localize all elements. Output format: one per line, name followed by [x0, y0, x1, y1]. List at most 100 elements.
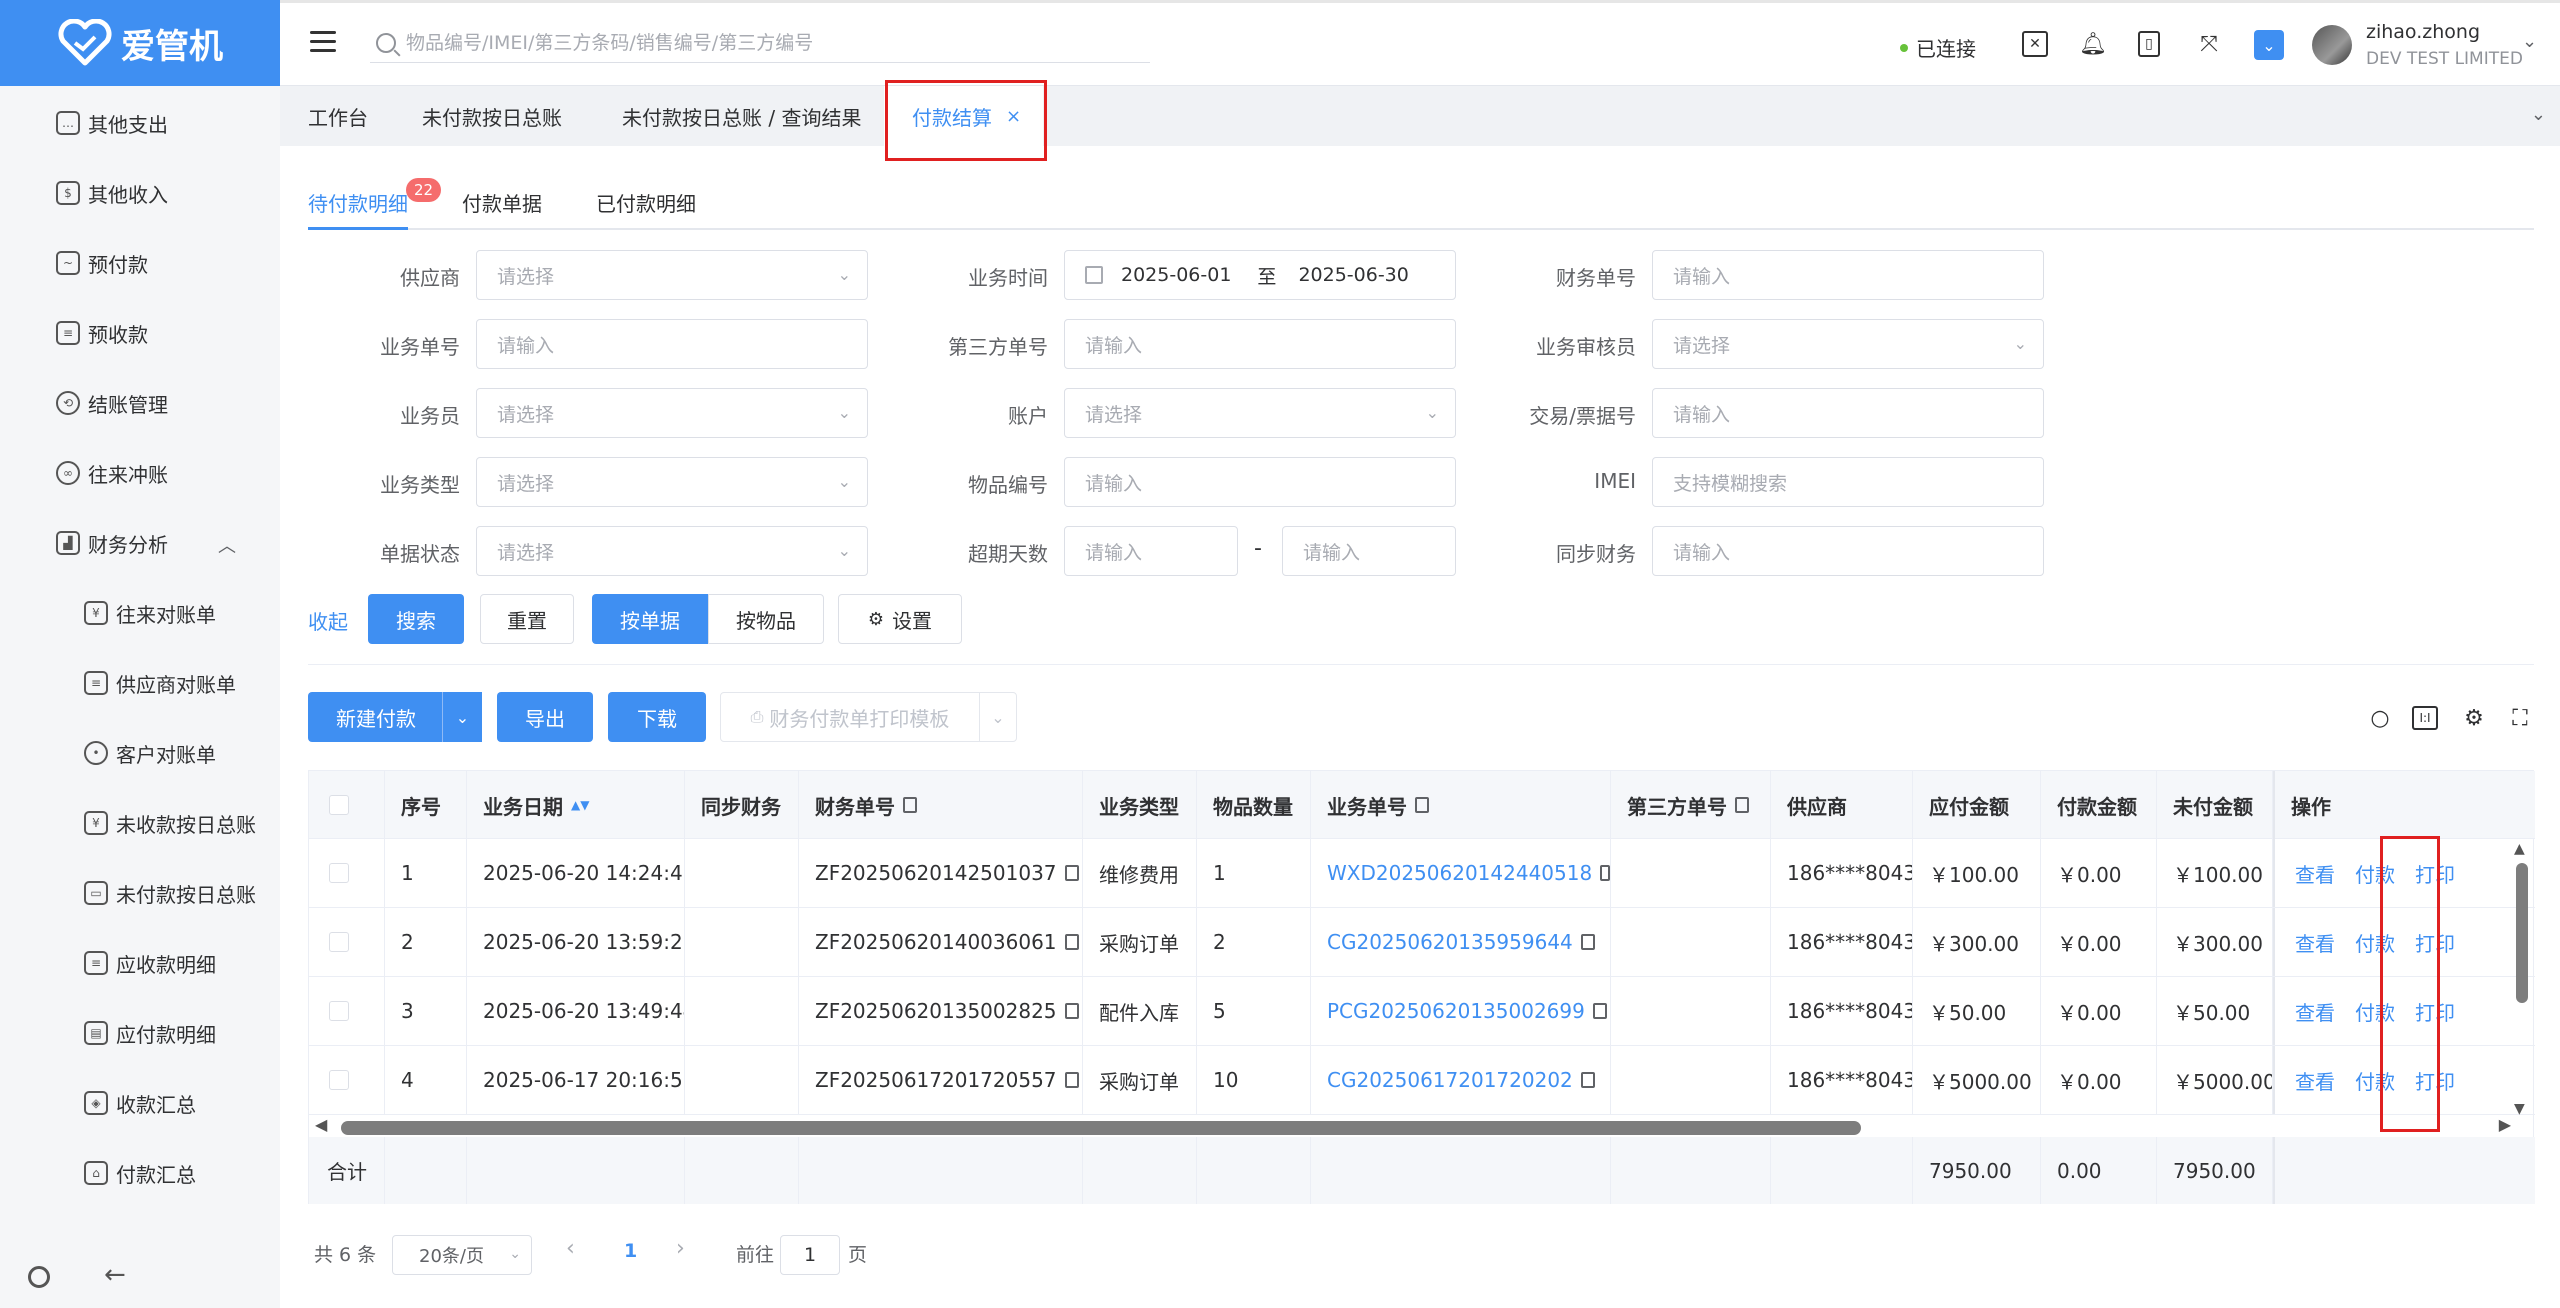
biz-no-link[interactable]: CG20250617201720202 [1327, 1068, 1573, 1092]
menu-toggle-icon[interactable] [310, 31, 336, 53]
view-link[interactable]: 查看 [2295, 928, 2335, 957]
account-select[interactable]: 请选择 ⌄ [1064, 388, 1456, 438]
page-size-select[interactable]: 20条/页 ⌄ [392, 1235, 532, 1275]
copy-icon[interactable] [1415, 797, 1429, 813]
biz-no-link[interactable]: CG20250620135959644 [1327, 930, 1573, 954]
dropdown-toggle-icon[interactable]: ⌄ [2254, 30, 2284, 60]
supplier-select[interactable]: 请选择 ⌄ [476, 250, 868, 300]
scroll-right-icon[interactable]: ▶ [2499, 1115, 2511, 1134]
scrollbar-thumb[interactable] [2516, 863, 2528, 1003]
copy-icon[interactable] [1064, 934, 1079, 950]
sync-fin-input[interactable]: 请输入 [1652, 526, 2044, 576]
fullscreen-icon[interactable]: ⤧ [2196, 31, 2222, 57]
txn-no-input[interactable]: 请输入 [1652, 388, 2044, 438]
global-search-input[interactable] [406, 31, 1106, 54]
reset-button[interactable]: 重置 [480, 594, 574, 644]
excel-icon[interactable]: ✕ [2022, 31, 2048, 57]
next-page-icon[interactable]: › [676, 1236, 685, 1261]
copy-icon[interactable] [1580, 934, 1595, 950]
avatar[interactable] [2312, 25, 2352, 65]
prev-page-icon[interactable]: ‹ [566, 1236, 575, 1261]
view-link[interactable]: 查看 [2295, 1066, 2335, 1095]
table-vertical-scrollbar[interactable]: ▲ ▼ [2511, 841, 2533, 1117]
user-name[interactable]: zihao.zhong [2366, 21, 2480, 43]
biz-type-select[interactable]: 请选择 ⌄ [476, 457, 868, 507]
bell-icon[interactable]: 🔔︎ [2079, 31, 2107, 57]
page-number-current[interactable]: 1 [624, 1240, 637, 1262]
col-header-date[interactable]: 业务日期 ▲▼ [467, 771, 685, 839]
third-no-input[interactable]: 请输入 [1064, 319, 1456, 369]
view-link[interactable]: 查看 [2295, 997, 2335, 1026]
by-item-button[interactable]: 按物品 [708, 594, 824, 644]
row-checkbox[interactable] [329, 1001, 349, 1021]
chevron-down-icon[interactable]: ⌄ [2522, 31, 2537, 52]
sidebar-subitem-receipt-summary[interactable]: ◈ 收款汇总 [0, 1068, 280, 1138]
search-icon[interactable]: ○ [2366, 704, 2394, 732]
row-checkbox[interactable] [329, 932, 349, 952]
sidebar-subitem-payment-summary[interactable]: ⌂ 付款汇总 [0, 1138, 280, 1208]
columns-icon[interactable]: I:I [2412, 706, 2438, 730]
overdue-to-input[interactable]: 请输入 [1282, 526, 1456, 576]
subtab-payment-docs[interactable]: 付款单据 [462, 188, 542, 230]
chevron-down-icon[interactable]: ⌄ [979, 692, 1017, 742]
row-checkbox[interactable] [329, 1070, 349, 1090]
collapse-link[interactable]: 收起 [308, 606, 348, 635]
settings-button[interactable]: ⚙︎ 设置 [838, 594, 962, 644]
tab-unpaid-daily[interactable]: 未付款按日总账 [422, 86, 562, 146]
copy-icon[interactable] [1064, 1003, 1079, 1019]
sidebar-item-finance-analysis[interactable]: ▟ 财务分析 ︿ [0, 508, 280, 578]
subtab-paid-detail[interactable]: 已付款明细 [596, 188, 696, 230]
gear-icon[interactable] [28, 1266, 50, 1288]
sort-icon[interactable]: ▲▼ [571, 798, 589, 812]
copy-icon[interactable] [1580, 1072, 1595, 1088]
print-template-button[interactable]: ⎙ 财务付款单打印模板 [720, 692, 980, 742]
date-start[interactable]: 2025-06-01 [1121, 264, 1231, 286]
copy-icon[interactable] [903, 797, 917, 813]
chevron-down-icon[interactable]: ⌄ [442, 692, 482, 742]
copy-icon[interactable] [1064, 865, 1079, 881]
biz-no-link[interactable]: PCG20250620135002699 [1327, 999, 1585, 1023]
biz-time-range[interactable]: 2025-06-01 至 2025-06-30 [1064, 250, 1456, 300]
select-all-checkbox[interactable] [329, 795, 349, 815]
sidebar-item-other-expense[interactable]: … 其他支出 [0, 88, 280, 158]
fullscreen-icon[interactable]: ⛶ [2506, 704, 2534, 732]
sidebar-item-advance-receipt[interactable]: ≡ 预收款 [0, 298, 280, 368]
sidebar-subitem-supplier-statement[interactable]: ≡ 供应商对账单 [0, 648, 280, 718]
sidebar-subitem-reconciliation[interactable]: ¥ 往来对账单 [0, 578, 280, 648]
overdue-from-input[interactable]: 请输入 [1064, 526, 1238, 576]
copy-icon[interactable] [1735, 797, 1749, 813]
sidebar-item-other-income[interactable]: $ 其他收入 [0, 158, 280, 228]
salesman-select[interactable]: 请选择 ⌄ [476, 388, 868, 438]
sidebar-item-settlement[interactable]: ⟲ 结账管理 [0, 368, 280, 438]
chevron-down-icon[interactable]: ⌄ [2531, 104, 2546, 125]
scroll-up-icon[interactable]: ▲ [2514, 841, 2525, 857]
view-link[interactable]: 查看 [2295, 859, 2335, 888]
sidebar-subitem-unreceived-daily[interactable]: ¥ 未收款按日总账 [0, 788, 280, 858]
sidebar-item-prepayment[interactable]: ~ 预付款 [0, 228, 280, 298]
export-button[interactable]: 导出 [497, 692, 593, 742]
sidebar-subitem-payable-detail[interactable]: ▤ 应付款明细 [0, 998, 280, 1068]
auditor-select[interactable]: 请选择 ⌄ [1652, 319, 2044, 369]
sidebar-subitem-unpaid-daily[interactable]: ▭ 未付款按日总账 [0, 858, 280, 928]
doc-status-select[interactable]: 请选择 ⌄ [476, 526, 868, 576]
arrow-left-icon[interactable]: ← [104, 1260, 126, 1290]
sidebar-subitem-customer-statement[interactable]: • 客户对账单 [0, 718, 280, 788]
download-button[interactable]: 下载 [608, 692, 706, 742]
scrollbar-thumb[interactable] [341, 1121, 1861, 1135]
copy-icon[interactable] [1592, 1003, 1607, 1019]
subtab-pending-detail[interactable]: 待付款明细 22 [308, 178, 442, 230]
app-logo[interactable]: 爱管机 [0, 0, 280, 86]
notebook-icon[interactable]: ▯ [2138, 31, 2160, 57]
search-button[interactable]: 搜索 [368, 594, 464, 644]
copy-icon[interactable] [1600, 865, 1610, 881]
biz-no-input[interactable]: 请输入 [476, 319, 868, 369]
scroll-left-icon[interactable]: ◀ [315, 1115, 327, 1134]
sidebar-item-offset[interactable]: ∞ 往来冲账 [0, 438, 280, 508]
tab-workbench[interactable]: 工作台 [308, 86, 368, 146]
item-no-input[interactable]: 请输入 [1064, 457, 1456, 507]
table-horizontal-scrollbar[interactable]: ◀ ▶ [309, 1115, 2535, 1137]
goto-page-input[interactable]: 1 [780, 1235, 840, 1275]
copy-icon[interactable] [1064, 1072, 1079, 1088]
date-end[interactable]: 2025-06-30 [1298, 264, 1408, 286]
imei-input[interactable]: 支持模糊搜索 [1652, 457, 2044, 507]
